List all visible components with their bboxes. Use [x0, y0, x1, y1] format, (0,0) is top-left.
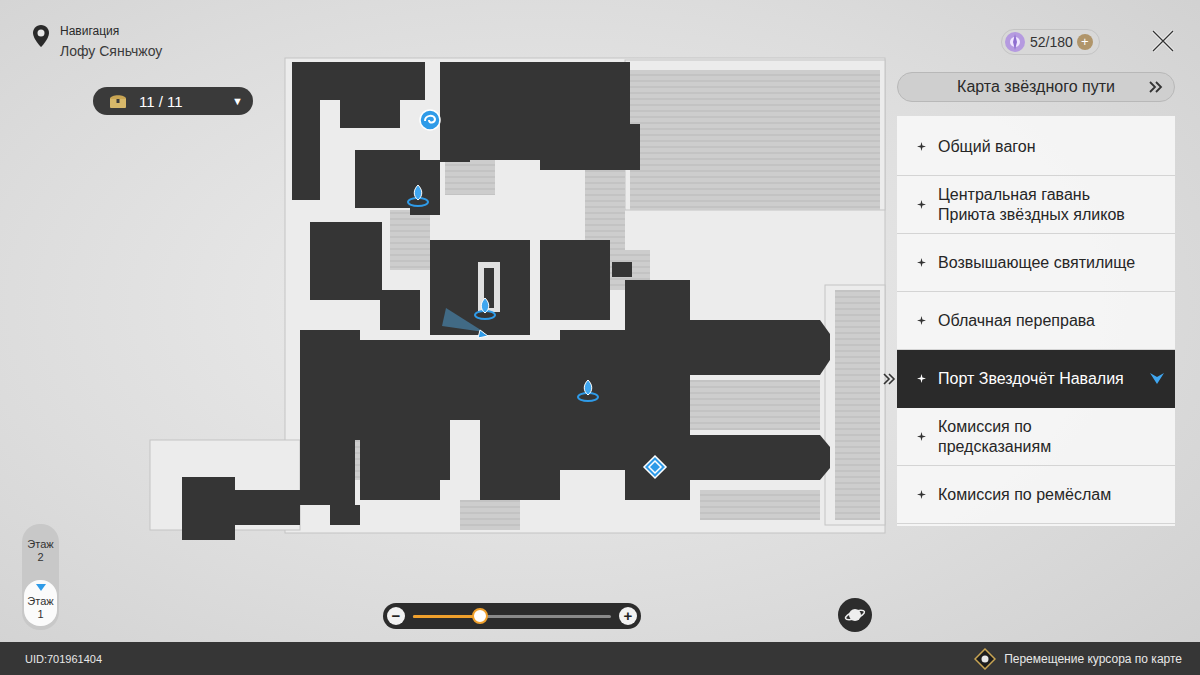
star-icon [917, 490, 926, 499]
area-list: Общий вагон Центральная гавань Приюта звё… [897, 116, 1175, 526]
teleport-icon [575, 377, 601, 403]
teleport-icon [472, 295, 498, 321]
location-text: Навигация Лофу Сяньчжоу [60, 24, 162, 61]
floor-button[interactable]: Этаж 2 [24, 528, 57, 574]
floor-label: Этаж 2 [27, 538, 55, 564]
close-button[interactable] [1150, 28, 1176, 54]
area-label: Облачная переправа [938, 311, 1095, 331]
area-item[interactable]: Общий вагон [897, 118, 1175, 176]
zoom-in-button[interactable]: + [619, 607, 637, 625]
double-chevron-icon [1148, 80, 1164, 94]
chevron-down-icon [1149, 372, 1165, 386]
star-icon [917, 142, 926, 151]
location-header: Навигация Лофу Сяньчжоу [32, 24, 162, 61]
star-map-label: Карта звёздного пути [957, 78, 1115, 96]
uid-label: UID:701961404 [25, 653, 102, 665]
add-button[interactable]: + [1077, 34, 1093, 50]
star-icon [917, 432, 926, 441]
chest-count: 11 / 11 [139, 93, 183, 110]
zoom-thumb[interactable] [472, 608, 488, 624]
area-item[interactable]: Комиссия по предсказаниям [897, 408, 1175, 466]
reserve-icon [1004, 31, 1026, 53]
teleport-icon [405, 182, 431, 208]
area-item[interactable]: Возвышающее святилище [897, 234, 1175, 292]
area-label: Возвышающее святилище [938, 253, 1135, 273]
star-icon [917, 200, 926, 209]
control-hint: Перемещение курсора по карте [974, 648, 1182, 670]
chest-counter[interactable]: 11 / 11 ▼ [93, 87, 253, 115]
area-label: Порт Звездочёт Навалия [938, 369, 1124, 389]
star-icon [917, 374, 926, 383]
area-label: Центральная гавань Приюта звёздных ялико… [938, 185, 1143, 225]
dropdown-arrow[interactable]: ▼ [232, 95, 243, 107]
hint-text: Перемещение курсора по карте [1004, 652, 1182, 666]
area-label: Комиссия по ремёслам [938, 485, 1111, 505]
zoom-out-button[interactable]: − [387, 607, 405, 625]
area-item[interactable]: Комиссия по ремёслам [897, 466, 1175, 524]
area-item[interactable]: Центральная гавань Приюта звёздных ялико… [897, 176, 1175, 234]
zoom-bar: −+ [383, 603, 641, 629]
stick-icon [974, 648, 996, 670]
planet-button[interactable] [838, 598, 872, 632]
calyx-icon [642, 454, 668, 480]
location-name: Лофу Сяньчжоу [60, 41, 162, 61]
player-arrow-icon [436, 302, 496, 342]
star-icon [917, 316, 926, 325]
space-anchor-icon [417, 107, 443, 133]
star-icon [917, 258, 926, 267]
floor-label: Этаж 1 [27, 595, 55, 621]
floor-selector: Этаж 2 Этаж 1 [22, 524, 59, 630]
pointer-icon [883, 373, 897, 385]
navigation-title: Навигация [60, 24, 162, 39]
main-area: НавигацияЛофу Сяньчжоу11 / 11▼Этаж 2Этаж… [0, 0, 1200, 642]
currency-value: 52/180 [1030, 34, 1073, 50]
zoom-track[interactable] [413, 615, 611, 618]
currency-counter: 52/180+ [1001, 29, 1100, 55]
close-icon [1150, 28, 1176, 54]
status-bar: UID:701961404 Перемещение курсора по карт… [0, 642, 1200, 675]
planet-icon [844, 604, 866, 626]
area-item[interactable]: Порт Звездочёт Навалия [897, 350, 1175, 408]
area-label: Комиссия по предсказаниям [938, 417, 1143, 457]
area-panel: Карта звёздного пути Общий вагон Центральн… [895, 0, 1200, 642]
map-area[interactable]: НавигацияЛофу Сяньчжоу11 / 11▼Этаж 2Этаж… [0, 0, 895, 642]
current-floor-icon [36, 584, 46, 591]
chest-icon [109, 93, 127, 109]
floor-button[interactable]: Этаж 1 [24, 580, 57, 626]
location-pin-icon [32, 24, 50, 48]
area-label: Общий вагон [938, 137, 1036, 157]
star-map-button[interactable]: Карта звёздного пути [897, 72, 1175, 102]
area-item[interactable]: Облачная переправа [897, 292, 1175, 350]
zoom-fill [413, 615, 480, 618]
